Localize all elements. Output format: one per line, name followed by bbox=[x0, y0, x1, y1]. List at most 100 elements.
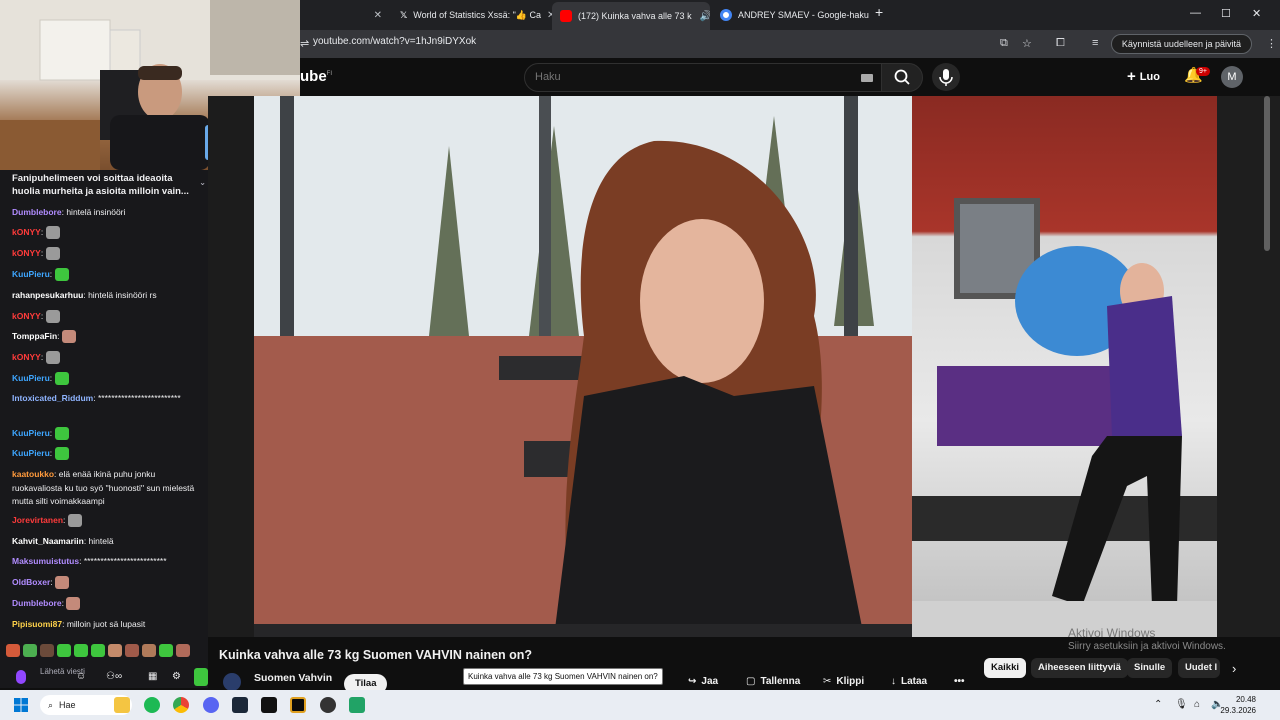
chat-input[interactable]: Lähetä viesti bbox=[40, 668, 110, 684]
chat-username[interactable]: Maksumuistutus bbox=[12, 556, 79, 566]
emote-icon[interactable] bbox=[91, 644, 105, 657]
browser-tab[interactable]: 𝕏 World of Statistics Xssä: "👍 Ca ✕ bbox=[392, 4, 552, 26]
chat-username[interactable]: kaatoukko bbox=[12, 469, 54, 479]
app-icon[interactable] bbox=[290, 697, 306, 713]
search-box[interactable] bbox=[524, 63, 882, 92]
chat-username[interactable]: Jorevirtanen bbox=[12, 515, 63, 525]
chat-username[interactable]: KuuPieru bbox=[12, 428, 50, 438]
restart-update-button[interactable]: Käynnistä uudelleen ja päivitä bbox=[1110, 34, 1252, 54]
emote-icon[interactable] bbox=[125, 644, 139, 657]
maximize-icon[interactable]: ☐ bbox=[1221, 7, 1231, 20]
more-actions-icon[interactable]: ••• bbox=[954, 676, 965, 687]
scrollbar-thumb[interactable] bbox=[1264, 96, 1270, 251]
emote-icon[interactable] bbox=[57, 644, 71, 657]
keyboard-icon[interactable] bbox=[861, 74, 873, 82]
chat-username[interactable]: KuuPieru bbox=[12, 448, 50, 458]
channel-points-icon[interactable]: ⚇∞ bbox=[106, 671, 122, 682]
chat-username[interactable]: kONYY bbox=[12, 227, 41, 237]
settings-gear-icon[interactable]: ⚙ bbox=[172, 671, 181, 682]
minimize-icon[interactable]: — bbox=[1190, 7, 1201, 19]
emote-bar[interactable] bbox=[6, 644, 204, 660]
emote-icon[interactable] bbox=[74, 644, 88, 657]
clip-button[interactable]: ✂ Klippi bbox=[823, 676, 864, 687]
emote-icon[interactable] bbox=[108, 644, 122, 657]
chat-username[interactable]: KuuPieru bbox=[12, 373, 50, 383]
browser-menu-icon[interactable]: ⋮ bbox=[1266, 37, 1277, 50]
new-tab-icon[interactable]: + bbox=[875, 4, 883, 20]
download-button[interactable]: ↓ Lataa bbox=[891, 676, 927, 687]
spotify-icon[interactable] bbox=[144, 697, 160, 713]
site-info-icon[interactable]: ⇌ bbox=[300, 37, 309, 50]
emote-icon[interactable] bbox=[142, 644, 156, 657]
pinned-message[interactable]: Fanipuhelimeen voi soittaa ideaoita huol… bbox=[6, 170, 208, 202]
chip-for-you[interactable]: Sinulle bbox=[1127, 658, 1173, 678]
media-controls-icon[interactable]: ≡ bbox=[1092, 37, 1098, 49]
emote-icon[interactable] bbox=[23, 644, 37, 657]
chat-username[interactable]: Dumblebore bbox=[12, 207, 62, 217]
chat-separator: : bbox=[49, 448, 55, 458]
search-button[interactable] bbox=[881, 63, 923, 92]
browser-tab[interactable]: ANDREY SMAEV - Google-haku ✕ bbox=[712, 4, 870, 26]
chat-send-button[interactable] bbox=[194, 668, 208, 686]
chip-new[interactable]: Uudet l bbox=[1178, 658, 1220, 678]
video-letterbox-left bbox=[208, 96, 254, 637]
bookmark-star-icon[interactable]: ☆ bbox=[1022, 37, 1032, 50]
install-app-icon[interactable]: ⧉ bbox=[1000, 37, 1008, 50]
chat-username[interactable]: Kahvit_Naamariin bbox=[12, 536, 84, 546]
mic-icon[interactable] bbox=[16, 670, 26, 684]
browser-tab-active[interactable]: (172) Kuinka vahva alle 73 k 🔊 ✕ bbox=[552, 2, 710, 30]
voice-search-button[interactable] bbox=[932, 63, 960, 91]
chat-username[interactable]: TomppaFin bbox=[12, 331, 57, 341]
windows-start-icon[interactable] bbox=[14, 698, 28, 712]
tray-network-icon[interactable]: ⌂ bbox=[1194, 699, 1200, 710]
chat-text: hintelä insinööri rs bbox=[88, 290, 157, 300]
chip-related[interactable]: Aiheeseen liittyviä bbox=[1031, 658, 1128, 678]
steam-icon[interactable] bbox=[232, 697, 248, 713]
chat-username[interactable]: Intoxicated_Riddum bbox=[12, 393, 93, 403]
create-button[interactable]: + Luo bbox=[1127, 68, 1160, 85]
chrome-icon[interactable] bbox=[173, 697, 189, 713]
emote-icon[interactable] bbox=[176, 644, 190, 657]
video-player[interactable] bbox=[254, 96, 912, 637]
x-icon[interactable] bbox=[261, 697, 277, 713]
tab-label: (172) Kuinka vahva alle 73 k bbox=[578, 11, 692, 21]
chevron-down-icon[interactable]: ⌄ bbox=[199, 176, 206, 189]
emote-icon[interactable] bbox=[6, 644, 20, 657]
youtube-header: ubeFI +Luo 🔔 9+ M bbox=[300, 58, 1280, 96]
discord-icon[interactable] bbox=[203, 697, 219, 713]
extensions-icon[interactable]: ⧠ bbox=[1056, 37, 1065, 50]
channel-name[interactable]: Suomen Vahvin bbox=[254, 672, 332, 684]
channel-avatar[interactable] bbox=[223, 673, 241, 691]
emote-icon[interactable] bbox=[40, 644, 54, 657]
youtube-logo[interactable]: ubeFI bbox=[300, 68, 332, 85]
search-input[interactable] bbox=[535, 71, 835, 83]
chip-all[interactable]: Kaikki bbox=[984, 658, 1026, 678]
url-text[interactable]: youtube.com/watch?v=1hJn9iDYXok bbox=[313, 36, 476, 47]
emoji-icon[interactable]: ☺ bbox=[76, 671, 86, 682]
close-window-icon[interactable]: ✕ bbox=[1252, 7, 1261, 20]
notepad-icon[interactable] bbox=[349, 697, 365, 713]
chat-username[interactable]: kONYY bbox=[12, 352, 41, 362]
chat-username[interactable]: rahanpesukarhuu bbox=[12, 290, 83, 300]
chat-username[interactable]: kONYY bbox=[12, 311, 41, 321]
emote-icon[interactable] bbox=[159, 644, 173, 657]
obs-icon[interactable] bbox=[320, 697, 336, 713]
chat-username[interactable]: kONYY bbox=[12, 248, 41, 258]
tray-chevron-up-icon[interactable]: ⌃ bbox=[1154, 699, 1162, 710]
browser-tab[interactable]: ✕ bbox=[300, 4, 390, 26]
file-explorer-icon[interactable] bbox=[114, 697, 130, 713]
taskbar-clock[interactable]: 20.48 29.3.2026 bbox=[1220, 694, 1256, 716]
account-avatar[interactable]: M bbox=[1221, 66, 1243, 88]
tray-mic-icon[interactable]: 🎙 bbox=[1175, 699, 1188, 710]
store-icon[interactable]: ▦ bbox=[148, 671, 157, 682]
chat-username[interactable]: KuuPieru bbox=[12, 269, 50, 279]
speaker-icon[interactable]: 🔊 bbox=[700, 11, 710, 22]
save-button[interactable]: ▢ Tallenna bbox=[746, 676, 800, 687]
share-button[interactable]: ↪ Jaa bbox=[688, 676, 718, 687]
chat-emote-icon bbox=[66, 597, 81, 611]
close-tab-icon[interactable]: ✕ bbox=[374, 10, 382, 21]
chat-username[interactable]: OldBoxer bbox=[12, 577, 50, 587]
chat-username[interactable]: Dumblebore bbox=[12, 598, 62, 608]
chat-username[interactable]: Pipisuomi87 bbox=[12, 619, 62, 629]
chevron-right-icon[interactable]: › bbox=[1232, 661, 1236, 676]
